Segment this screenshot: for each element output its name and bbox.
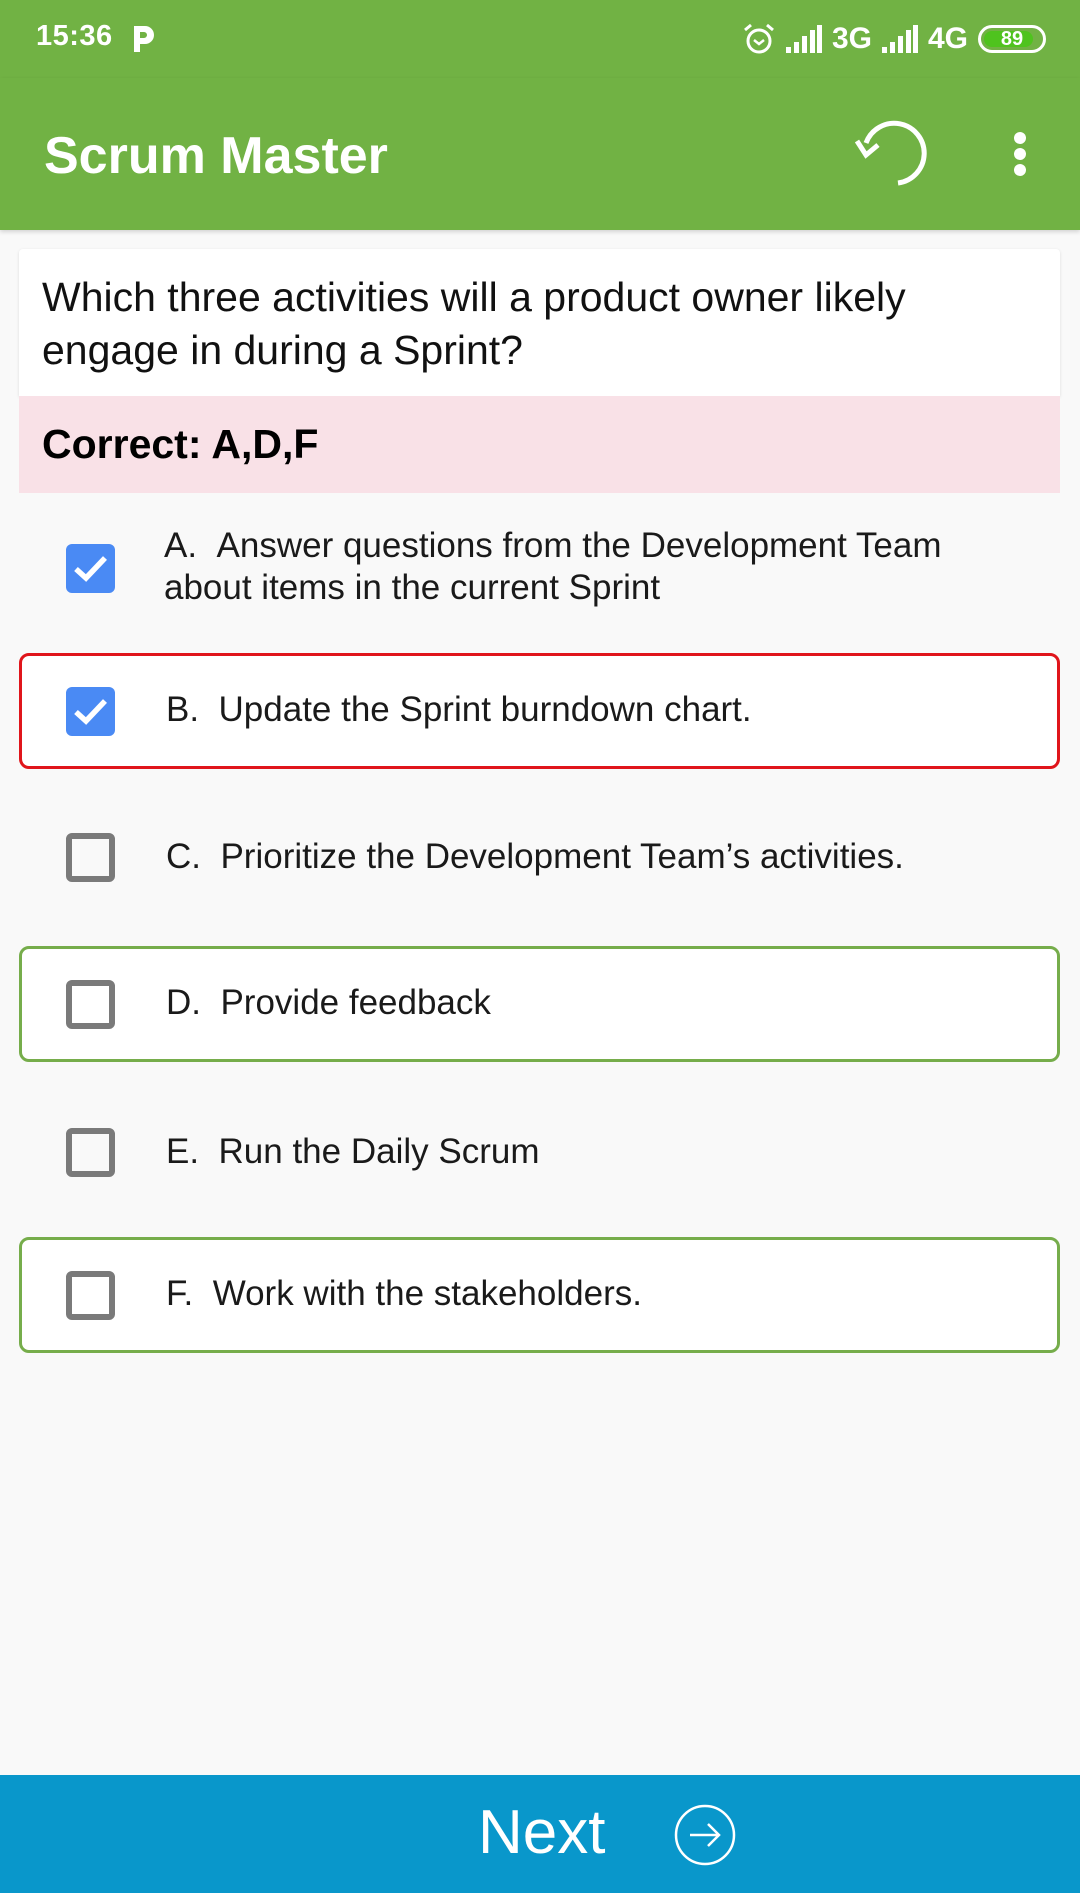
option-e-text: E. Run the Daily Scrum	[166, 1131, 1017, 1173]
option-label: Update the Sprint burndown chart.	[218, 690, 752, 729]
question-card: Which three activities will a product ow…	[19, 249, 1060, 396]
network-type-2: 4G	[927, 22, 968, 55]
option-b-text: B. Update the Sprint burndown chart.	[166, 689, 1017, 731]
status-time: 15:36	[36, 20, 113, 52]
option-b[interactable]: B. Update the Sprint burndown chart.	[19, 653, 1060, 769]
signal-icon-2	[881, 25, 918, 53]
status-bar: 15:36 3G 4G 89	[0, 0, 1080, 78]
battery-icon: 89	[978, 25, 1046, 53]
option-f-checkbox[interactable]	[66, 1271, 115, 1320]
option-a-checkbox[interactable]	[66, 544, 115, 593]
next-button[interactable]: Next	[0, 1775, 1080, 1893]
option-c-checkbox[interactable]	[66, 833, 115, 882]
option-d-checkbox[interactable]	[66, 980, 115, 1029]
option-a-text: A. Answer questions from the Development…	[164, 525, 1017, 609]
option-letter: E.	[166, 1132, 200, 1171]
option-letter: A.	[164, 526, 198, 565]
option-f[interactable]: F. Work with the stakeholders.	[19, 1237, 1060, 1353]
refresh-icon	[854, 120, 927, 186]
battery-level: 89	[1000, 27, 1024, 50]
app-title: Scrum Master	[44, 127, 388, 185]
option-f-text: F. Work with the stakeholders.	[166, 1273, 1017, 1315]
option-a[interactable]: A. Answer questions from the Development…	[19, 508, 1060, 624]
option-label: Work with the stakeholders.	[212, 1274, 642, 1313]
option-e[interactable]: E. Run the Daily Scrum	[19, 1091, 1060, 1207]
option-c[interactable]: C. Prioritize the Development Team’s act…	[19, 799, 1060, 915]
option-d[interactable]: D. Provide feedback	[19, 946, 1060, 1062]
more-vert-icon	[1014, 132, 1026, 176]
arrow-circle-right-icon	[674, 1804, 736, 1866]
option-label: Answer questions from the Development Te…	[164, 526, 942, 607]
option-letter: D.	[166, 983, 201, 1022]
option-label: Provide feedback	[220, 983, 491, 1022]
next-label: Next	[478, 1798, 606, 1867]
refresh-button[interactable]	[850, 116, 934, 192]
question-text: Which three activities will a product ow…	[42, 274, 906, 373]
status-icons: 3G 4G 89	[742, 20, 1046, 58]
option-c-text: C. Prioritize the Development Team’s act…	[166, 836, 1017, 878]
network-type-1: 3G	[831, 22, 872, 55]
option-e-checkbox[interactable]	[66, 1128, 115, 1177]
correct-answer-banner: Correct: A,D,F	[19, 396, 1060, 493]
signal-icon-1	[785, 25, 822, 53]
correct-answer-text: Correct: A,D,F	[42, 421, 319, 467]
app-bar: Scrum Master	[0, 78, 1080, 230]
option-letter: C.	[166, 837, 201, 876]
option-d-text: D. Provide feedback	[166, 982, 1017, 1024]
p-app-icon	[134, 26, 154, 52]
option-b-checkbox[interactable]	[66, 687, 115, 736]
checkmark-icon	[74, 556, 107, 582]
more-options-button[interactable]	[995, 116, 1045, 192]
checkmark-icon	[74, 699, 107, 725]
option-letter: F.	[166, 1274, 194, 1313]
alarm-icon	[743, 23, 774, 54]
option-label: Prioritize the Development Team’s activi…	[220, 837, 904, 876]
option-label: Run the Daily Scrum	[218, 1132, 540, 1171]
option-letter: B.	[166, 690, 200, 729]
